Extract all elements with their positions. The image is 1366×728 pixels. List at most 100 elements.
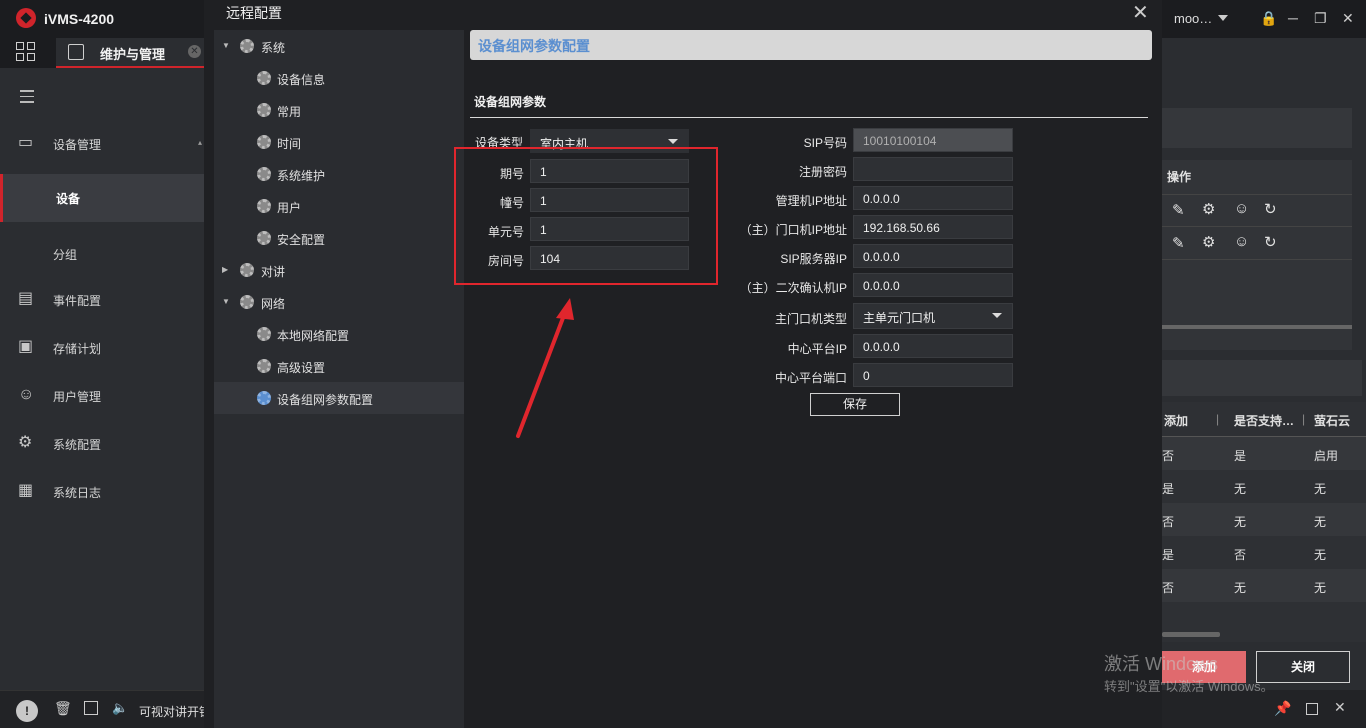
edit-icon[interactable]: ✎ (1172, 201, 1185, 219)
tree-item-time[interactable]: 时间 (214, 126, 464, 158)
col-header: 萤石云 (1314, 414, 1351, 428)
table-row[interactable]: 否 无 无 (1162, 569, 1366, 602)
tab-label: 维护与管理 (100, 47, 166, 62)
gear-icon (257, 391, 271, 405)
tree-label: 安全配置 (277, 233, 326, 247)
reg-pwd-label: 注册密码 (798, 165, 847, 179)
home-grid-icon[interactable] (16, 42, 36, 62)
sip-server-input[interactable]: 0.0.0.0 (853, 244, 1013, 268)
nav-user-management[interactable]: ☺ 用户管理 (0, 372, 204, 420)
door-type-select[interactable]: 主单元门口机 (853, 303, 1013, 329)
window-bar: moo… 🔒 ─ ❐ ✕ (1162, 0, 1366, 38)
nav-event-config[interactable]: ▤ 事件配置 (0, 276, 204, 324)
cell: 否 (1234, 548, 1247, 562)
status-bar: ! 🗑 🔈 可视对讲开锁 (0, 690, 211, 728)
tab-close-icon[interactable]: ✕ (188, 45, 201, 58)
collapse-icon[interactable]: ✕ (1334, 699, 1346, 716)
device-manage-icon: ▭ (18, 134, 34, 151)
gear-icon (257, 103, 271, 117)
col-divider: | (1302, 412, 1306, 426)
center-port-input[interactable]: 0 (853, 363, 1013, 387)
edit-icon[interactable]: ✎ (1172, 234, 1185, 252)
warning-icon[interactable]: ! (16, 700, 38, 722)
confirm-ip-input[interactable]: 0.0.0.0 (853, 273, 1013, 297)
tree-item-device-info[interactable]: 设备信息 (214, 62, 464, 94)
user-name[interactable]: moo… (1174, 11, 1212, 26)
nav-system-log[interactable]: ▦ 系统日志 (0, 468, 204, 516)
window-close-icon[interactable]: ✕ (1342, 10, 1354, 27)
restore-icon[interactable]: ❐ (1314, 10, 1327, 27)
tree-item-local-network[interactable]: 本地网络配置 (214, 318, 464, 350)
lock-icon[interactable]: 🔒 (1260, 10, 1277, 27)
section-divider (470, 117, 1148, 118)
settings-icon[interactable]: ⚙ (1202, 233, 1215, 251)
tree-item-advanced[interactable]: 高级设置 (214, 350, 464, 382)
tree-item-network[interactable]: ▼ 网络 (214, 286, 464, 318)
speaker-icon[interactable]: 🔈 (112, 700, 128, 716)
online-device-table: 添加 | 是否支持… | 萤石云 否 是 启用 是 无 无 否 无 无 是 否 … (1162, 402, 1366, 642)
user-dropdown-icon[interactable] (1218, 15, 1228, 21)
table-row[interactable]: 是 否 无 (1162, 536, 1366, 569)
nav-device[interactable]: 设备 (0, 174, 204, 222)
minimize-icon[interactable]: ─ (1288, 10, 1298, 26)
dialog-close-icon[interactable]: ✕ (1132, 0, 1149, 25)
expand-arrow-icon[interactable]: ▶ (222, 265, 228, 274)
watermark-subtitle: 转到"设置"以激活 Windows。 (1104, 679, 1274, 694)
tree-item-intercom[interactable]: ▶ 对讲 (214, 254, 464, 286)
device-list-panel: 操作 ✎ ⚙ ☺ ↻ ✎ ⚙ ☺ ↻ (1162, 160, 1352, 350)
tree-item-user[interactable]: 用户 (214, 190, 464, 222)
refresh-icon[interactable]: ↻ (1264, 200, 1277, 218)
user-icon: ☺ (18, 386, 35, 403)
reg-pwd-input[interactable] (853, 157, 1013, 181)
user-icon[interactable]: ☺ (1234, 200, 1249, 217)
pin-icon[interactable]: 📌 (1274, 700, 1291, 717)
door-type-label: 主门口机类型 (774, 312, 847, 326)
center-ip-input[interactable]: 0.0.0.0 (853, 334, 1013, 358)
expand-arrow-icon[interactable]: ▼ (222, 297, 230, 306)
mgr-ip-input[interactable]: 0.0.0.0 (853, 186, 1013, 210)
tree-item-security[interactable]: 安全配置 (214, 222, 464, 254)
table-row[interactable]: 是 无 无 (1162, 470, 1366, 503)
door-ip-input[interactable]: 192.168.50.66 (853, 215, 1013, 239)
expand-arrow-icon[interactable]: ▼ (222, 41, 230, 50)
save-button[interactable]: 保存 (810, 393, 900, 416)
gear-icon (257, 231, 271, 245)
cell: 否 (1162, 581, 1175, 595)
tree-label: 网络 (261, 297, 286, 311)
nav-storage-plan[interactable]: ▣ 存储计划 (0, 324, 204, 372)
tree-label: 设备信息 (277, 73, 326, 87)
table-row[interactable]: 否 是 启用 (1162, 437, 1366, 470)
status-text: 可视对讲开锁 (139, 705, 212, 719)
tree-label: 用户 (277, 201, 302, 215)
tree-item-system[interactable]: ▼ 系统 (214, 30, 464, 62)
trash-icon[interactable]: 🗑 (54, 700, 72, 717)
cell: 无 (1314, 482, 1327, 496)
cell: 是 (1162, 482, 1175, 496)
nav-system-config[interactable]: ⚙ 系统配置 (0, 420, 204, 468)
image-icon[interactable] (84, 701, 98, 715)
settings-icon[interactable]: ⚙ (1202, 200, 1215, 218)
table-row[interactable]: 否 无 无 (1162, 503, 1366, 536)
cell: 无 (1314, 581, 1327, 595)
cell: 否 (1162, 449, 1175, 463)
scrollbar[interactable] (1162, 325, 1352, 329)
tree-label: 常用 (277, 105, 302, 119)
tree-item-network-params[interactable]: 设备组网参数配置 (214, 382, 464, 414)
cell: 无 (1234, 482, 1247, 496)
nav-label: 设备 (56, 192, 81, 206)
user-icon[interactable]: ☺ (1234, 233, 1249, 250)
scrollbar[interactable] (1162, 632, 1220, 637)
cell: 无 (1314, 548, 1327, 562)
refresh-icon[interactable]: ↻ (1264, 233, 1277, 251)
tree-item-maintenance[interactable]: 系统维护 (214, 158, 464, 190)
ops-header: 操作 (1167, 170, 1192, 184)
sip-input[interactable]: 10010100104 (853, 128, 1013, 152)
menu-icon[interactable] (20, 90, 34, 107)
nav-group[interactable]: 分组 (0, 230, 204, 278)
tree-item-common[interactable]: 常用 (214, 94, 464, 126)
maximize-icon[interactable] (1306, 703, 1318, 715)
nav-device-management[interactable]: ▭ 设备管理 ▴ (0, 120, 204, 168)
nav-label: 存储计划 (53, 342, 102, 356)
sip-server-label: SIP服务器IP (780, 252, 847, 266)
tab-maintenance[interactable]: 维护与管理 ✕ (56, 38, 204, 68)
